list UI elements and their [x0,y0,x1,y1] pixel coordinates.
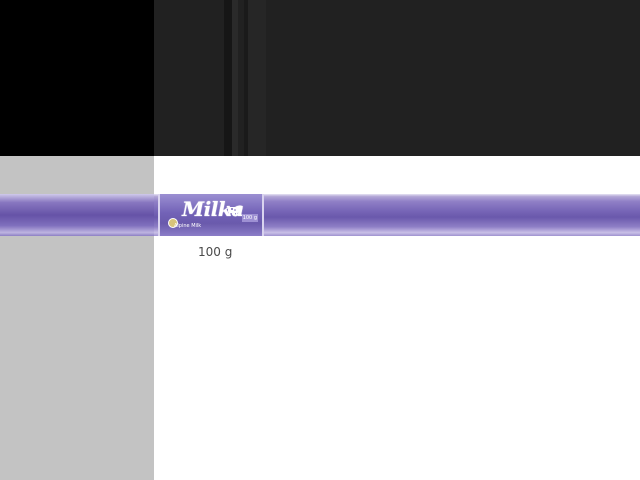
product-page: Milka Alpine Milk 100 g 100 g [0,0,640,480]
package-weight-badge: 100 g [241,214,258,222]
left-black-panel [0,0,154,156]
product-weight: 100 g [198,245,233,259]
top-dark-banner [154,0,640,156]
product-band-left-segment [0,194,154,236]
banner-stripe [224,0,232,156]
variety-label: Alpine Milk [174,223,202,229]
banner-stripe [248,0,266,156]
product-package-image[interactable]: Milka Alpine Milk 100 g [158,194,264,236]
banner-stripe [232,0,238,156]
